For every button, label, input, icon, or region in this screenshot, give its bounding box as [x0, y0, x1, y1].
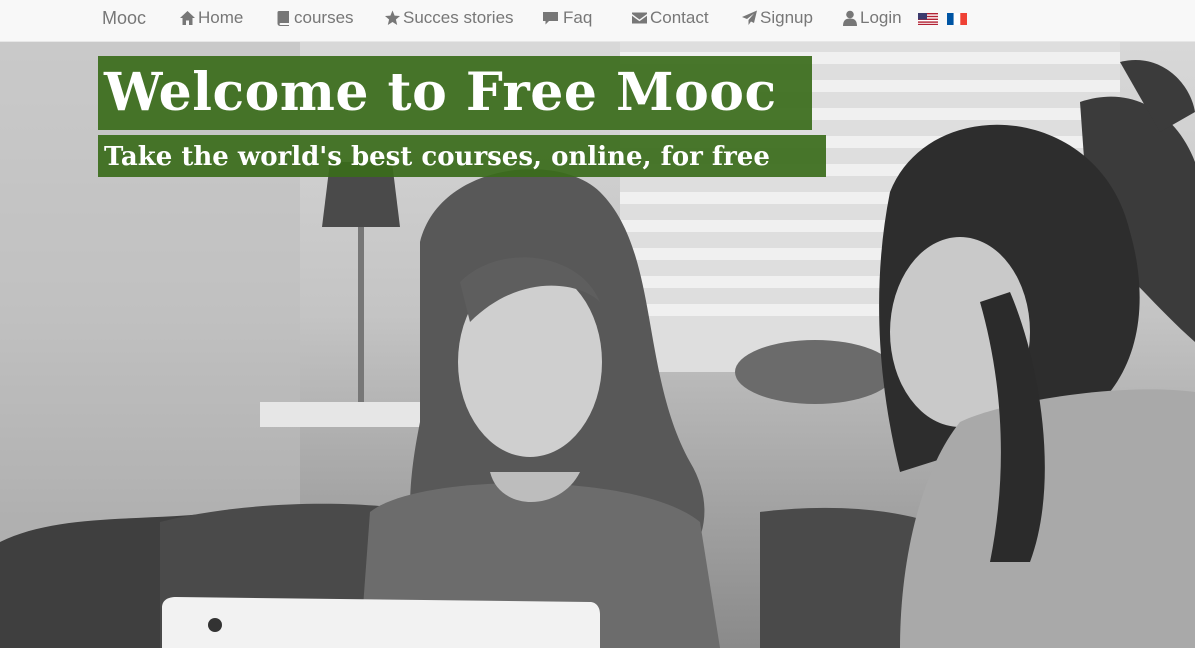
book-icon: [276, 10, 292, 26]
home-icon: [179, 10, 196, 26]
brand-link[interactable]: Mooc: [102, 0, 146, 36]
nav-success-stories-label: Succes stories: [403, 8, 514, 27]
nav-contact-label: Contact: [650, 8, 709, 27]
hero-title: Welcome to Free Mooc: [98, 56, 812, 130]
envelope-icon: [631, 11, 648, 25]
nav-signup-link[interactable]: Signup: [741, 0, 813, 36]
user-icon: [842, 10, 858, 26]
nav-faq-label: Faq: [563, 8, 593, 27]
nav-contact-link[interactable]: Contact: [631, 0, 709, 36]
nav-login-label: Login: [860, 8, 902, 27]
hero-section: Welcome to Free Mooc Take the world's be…: [0, 42, 1195, 648]
comment-icon: [542, 10, 559, 26]
top-navbar: Mooc Home courses Succes stories Faq Con…: [0, 0, 1195, 42]
hero-subtitle: Take the world's best courses, online, f…: [98, 135, 826, 177]
nav-courses-label: courses: [294, 8, 354, 27]
nav-home-link[interactable]: Home: [179, 0, 243, 36]
nav-login-link[interactable]: Login: [842, 0, 902, 36]
send-icon: [741, 10, 758, 26]
us-flag-icon[interactable]: [918, 12, 938, 25]
star-icon: [384, 10, 401, 26]
nav-faq-link[interactable]: Faq: [542, 0, 592, 36]
nav-signup-label: Signup: [760, 8, 813, 27]
fr-flag-icon[interactable]: [947, 12, 967, 25]
hero-background-photo: [0, 42, 1195, 648]
nav-success-stories-link[interactable]: Succes stories: [384, 0, 514, 36]
nav-courses-link[interactable]: courses: [276, 0, 354, 36]
nav-home-label: Home: [198, 8, 244, 27]
